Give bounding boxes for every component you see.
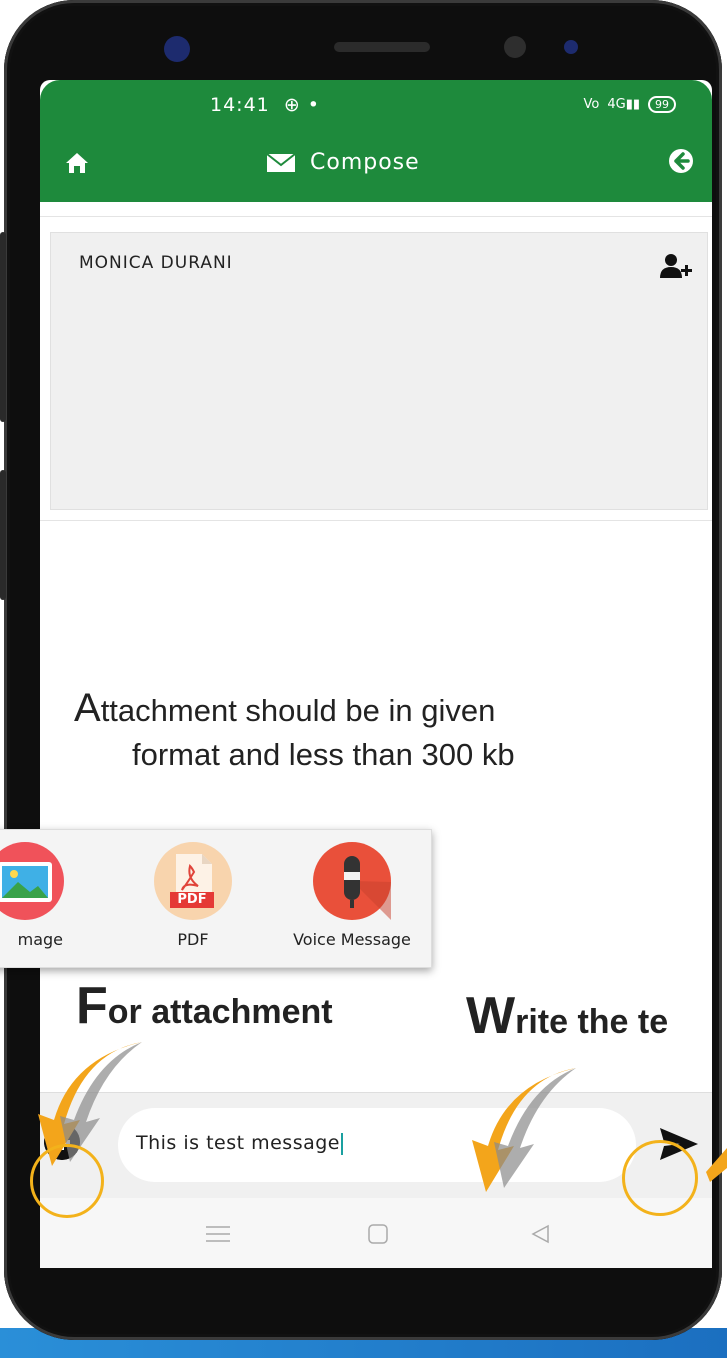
note-line2: format and less than 300 kb [132, 737, 515, 772]
attach-image-option[interactable]: mage [0, 842, 75, 949]
home-icon[interactable] [64, 150, 90, 176]
microphone-icon [313, 842, 391, 920]
envelope-icon [266, 152, 296, 172]
recipient-field[interactable]: MONICA DURANI [50, 232, 708, 510]
back-nav-icon[interactable] [530, 1224, 550, 1244]
volte-icon: Vo [583, 97, 600, 112]
attach-pdf-label: PDF [177, 930, 209, 949]
earpiece [334, 42, 430, 52]
message-arrow [472, 1068, 576, 1192]
app-header: 14:41 ⊕ • Vo 4G▮▮ 99 Compose [40, 80, 712, 202]
front-camera [164, 36, 190, 62]
divider [40, 216, 712, 217]
recipient-name: MONICA DURANI [79, 253, 233, 273]
status-time: 14:41 ⊕ • [210, 94, 320, 116]
page-title-text: Compose [310, 150, 420, 175]
home-nav-icon[interactable] [368, 1224, 388, 1244]
status-icons: Vo 4G▮▮ 99 [583, 96, 676, 113]
attachment-note: Attachment should be in given format and… [74, 686, 674, 777]
callout-text: rite the te [515, 1003, 669, 1041]
network-type: 4G [607, 97, 626, 112]
image-icon [0, 842, 64, 920]
attach-voice-option[interactable]: Voice Message [287, 842, 417, 949]
attach-voice-label: Voice Message [293, 930, 411, 949]
divider [40, 520, 712, 521]
send-arrow-tip [706, 1148, 727, 1182]
write-text-callout: Write the te [466, 986, 668, 1046]
battery-icon: 99 [648, 96, 676, 113]
status-time-text: 14:41 [210, 94, 270, 116]
callout-cap: W [466, 987, 516, 1045]
attach-pdf-option[interactable]: PDF PDF [143, 842, 243, 949]
text-caret [341, 1132, 343, 1155]
pdf-icon: PDF [154, 842, 232, 920]
add-user-icon[interactable] [659, 253, 693, 279]
callout-text: or attachment [107, 993, 333, 1031]
menu-nav-icon[interactable] [206, 1226, 230, 1242]
android-nav-bar [40, 1198, 712, 1268]
signal-icon: 4G▮▮ [607, 97, 640, 112]
send-highlight-circle [622, 1140, 698, 1216]
battery-level: 99 [655, 98, 669, 111]
page-title: Compose [266, 150, 420, 175]
callout-cap: F [76, 977, 108, 1035]
sensor [564, 40, 578, 54]
attachment-callout: For attachment [76, 976, 333, 1036]
attach-highlight-circle [30, 1144, 104, 1218]
attach-image-label: mage [17, 930, 63, 949]
sensor [504, 36, 526, 58]
back-arrow-icon[interactable] [668, 148, 694, 174]
message-text: This is test message [136, 1132, 343, 1155]
pdf-badge-text: PDF [177, 892, 207, 907]
side-button [0, 470, 6, 600]
note-line1: ttachment should be in given [100, 693, 496, 728]
message-value: This is test message [136, 1132, 340, 1154]
vpn-icon: ⊕ • [276, 94, 321, 116]
side-button [0, 232, 6, 422]
attachment-menu: mage PDF PDF Voice Message [0, 829, 432, 968]
note-first-letter: A [74, 686, 101, 730]
